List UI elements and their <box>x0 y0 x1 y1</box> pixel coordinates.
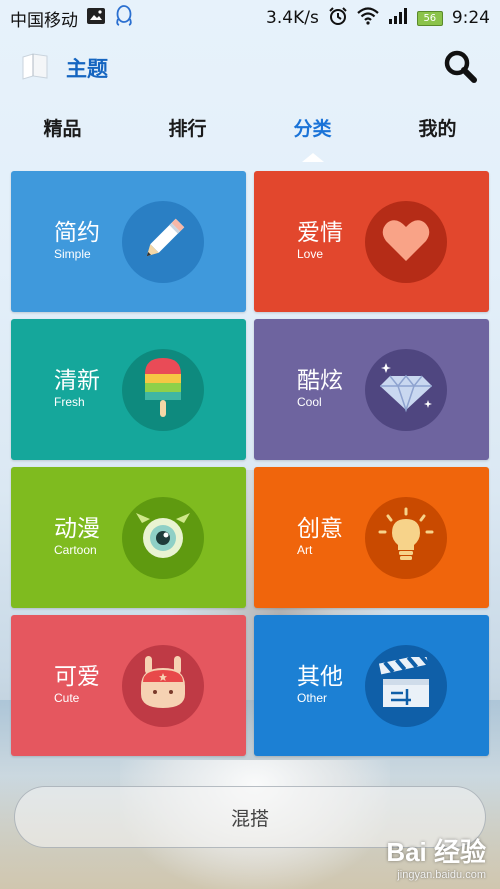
tile-title: 清新 <box>54 368 100 394</box>
tab-featured[interactable]: 精品 <box>0 108 125 158</box>
status-bar: 中国移动 3.4K/s 56 9:24 <box>0 0 500 36</box>
category-tile-love[interactable]: 爱情 Love <box>254 171 489 312</box>
tile-title: 酷炫 <box>297 368 343 394</box>
tile-title: 爱情 <box>297 220 343 246</box>
category-tile-fresh[interactable]: 清新 Fresh <box>11 319 246 460</box>
popsicle-icon <box>141 356 185 424</box>
tile-icon-circle <box>122 497 204 579</box>
page-title: 主题 <box>66 57 108 81</box>
tab-category[interactable]: 分类 <box>250 108 375 162</box>
heart-icon <box>381 217 431 267</box>
tile-icon-circle <box>365 645 447 727</box>
tile-subtitle: Cute <box>54 691 80 705</box>
category-tile-art[interactable]: 创意 Art <box>254 467 489 608</box>
tab-bar: 精品 排行 分类 我的 <box>0 108 500 162</box>
tab-mine[interactable]: 我的 <box>375 108 500 158</box>
diamond-icon <box>376 360 436 420</box>
tile-title: 创意 <box>297 516 343 542</box>
alarm-clock-icon <box>328 6 348 31</box>
tile-title: 动漫 <box>54 516 100 542</box>
category-tile-cool[interactable]: 酷炫 Cool <box>254 319 489 460</box>
tile-subtitle: Fresh <box>54 395 85 409</box>
watermark: Bai 经验 jingyan.baidu.com <box>386 832 486 881</box>
clapperboard-icon <box>377 653 435 715</box>
tile-title: 其他 <box>297 664 343 690</box>
category-tile-other[interactable]: 其他 Other <box>254 615 489 756</box>
tile-label: 可爱 Cute <box>54 663 100 705</box>
tile-icon-circle <box>122 201 204 283</box>
tile-subtitle: Cool <box>297 395 322 409</box>
search-icon <box>443 49 477 87</box>
cute-bunny-icon <box>133 654 193 718</box>
watermark-url: jingyan.baidu.com <box>397 869 486 881</box>
tile-label: 其他 Other <box>297 663 343 705</box>
tile-icon-circle <box>122 349 204 431</box>
signal-strength-icon <box>388 7 408 30</box>
search-button[interactable] <box>440 48 480 88</box>
tile-label: 动漫 Cartoon <box>54 515 100 557</box>
tile-icon-circle <box>122 645 204 727</box>
tab-ranking[interactable]: 排行 <box>125 108 250 158</box>
tile-title: 简约 <box>54 220 100 246</box>
tile-subtitle: Other <box>297 691 328 705</box>
tile-label: 清新 Fresh <box>54 367 100 409</box>
tile-icon-circle <box>365 349 447 431</box>
battery-icon: 56 <box>416 10 443 26</box>
category-tile-simple[interactable]: 简约 Simple <box>11 171 246 312</box>
theme-book-icon[interactable] <box>20 52 50 84</box>
category-grid: 简约 Simple 爱情 Love 清新 Fresh 酷炫 Cool 动漫 Ca… <box>11 171 489 756</box>
pencil-icon <box>135 212 191 272</box>
tile-subtitle: Love <box>297 247 324 261</box>
tile-label: 创意 Art <box>297 515 343 557</box>
watermark-logo: Bai 经验 <box>386 837 486 867</box>
app-header: 主题 <box>0 40 500 96</box>
one-eyed-monster-icon <box>132 511 194 565</box>
tile-title: 可爱 <box>54 664 100 690</box>
carrier-label: 中国移动 <box>10 10 78 31</box>
tile-subtitle: Simple <box>54 247 91 261</box>
lightbulb-icon <box>376 506 436 570</box>
wifi-icon <box>357 6 379 30</box>
tile-label: 爱情 Love <box>297 219 343 261</box>
tile-icon-circle <box>365 201 447 283</box>
tile-icon-circle <box>365 497 447 579</box>
clock-time: 9:24 <box>451 8 490 28</box>
category-tile-cute[interactable]: 可爱 Cute <box>11 615 246 756</box>
category-tile-cartoon[interactable]: 动漫 Cartoon <box>11 467 246 608</box>
qq-penguin-icon <box>114 4 134 32</box>
tile-subtitle: Art <box>297 543 313 557</box>
tile-subtitle: Cartoon <box>54 543 97 557</box>
image-notification-icon <box>86 7 106 30</box>
tile-label: 简约 Simple <box>54 219 100 261</box>
tile-label: 酷炫 Cool <box>297 367 343 409</box>
network-speed: 3.4K/s <box>266 8 319 28</box>
